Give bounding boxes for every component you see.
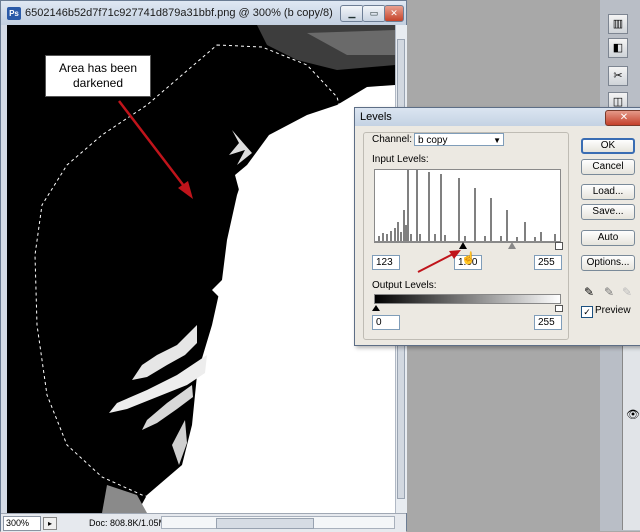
annotation-arrow	[417, 250, 461, 273]
gamma-slider[interactable]	[508, 242, 516, 249]
status-bar: 300% ▸ Doc: 808.8K/1.05M	[1, 513, 406, 532]
eye-icon[interactable]: 👁	[626, 408, 640, 421]
save-button[interactable]: Save...	[581, 204, 635, 220]
output-black-slider[interactable]	[372, 305, 380, 311]
input-slider-track	[374, 242, 561, 243]
output-gradient	[374, 294, 561, 304]
annotation-callout: Area has been darkened	[45, 55, 151, 97]
close-icon[interactable]: ✕	[605, 110, 640, 126]
output-levels-label: Output Levels:	[372, 280, 437, 291]
channel-select[interactable]: b copy ▼	[414, 133, 504, 146]
input-black-field[interactable]: 123	[372, 255, 400, 270]
zoom-field[interactable]: 300%	[3, 516, 41, 531]
options-button[interactable]: Options...	[581, 255, 635, 271]
tools-icon[interactable]: ✂	[608, 66, 628, 86]
callout-line2: darkened	[72, 76, 124, 90]
histogram	[374, 169, 561, 242]
levels-title: Levels	[360, 111, 392, 123]
channel-label: Channel:	[372, 134, 413, 145]
document-size-info: Doc: 808.8K/1.05M	[89, 518, 167, 528]
palette-tool-icon[interactable]: ▥	[608, 14, 628, 34]
channel-value: b copy	[418, 135, 448, 146]
input-levels-label: Input Levels:	[372, 154, 429, 165]
preview-label: Preview	[595, 305, 631, 316]
horizontal-scrollbar[interactable]	[161, 516, 395, 529]
horizontal-scroll-thumb[interactable]	[216, 518, 314, 529]
ok-button[interactable]: OK	[581, 138, 635, 154]
close-icon[interactable]: ✕	[384, 5, 404, 22]
histogram-graph	[378, 170, 556, 241]
levels-dialog: Levels ✕ Channel: b copy ▼ Input Levels:	[354, 107, 640, 346]
load-button[interactable]: Load...	[581, 184, 635, 200]
cursor-hand-icon: ☝	[461, 251, 476, 265]
status-menu-icon[interactable]: ▸	[43, 517, 57, 530]
preview-checkbox[interactable]: ✓	[581, 306, 593, 318]
black-eyedropper-icon[interactable]: ✎	[583, 284, 595, 300]
minimize-icon[interactable]: ▁	[340, 5, 364, 22]
input-white-field[interactable]: 255	[534, 255, 562, 270]
cancel-button[interactable]: Cancel	[581, 159, 635, 175]
gray-eyedropper-icon[interactable]: ✎	[603, 284, 615, 300]
palette-tool-icon[interactable]: ◧	[608, 38, 628, 58]
white-eyedropper-icon[interactable]: ✎	[621, 284, 633, 300]
layers-panel-edge	[622, 340, 640, 530]
canvas-image	[7, 25, 395, 513]
document-titlebar[interactable]: Ps 6502146b52d7f71c927741d879a31bbf.png …	[1, 1, 406, 25]
image-canvas[interactable]	[7, 25, 395, 513]
output-black-field[interactable]: 0	[372, 315, 400, 330]
maximize-icon[interactable]: ▭	[362, 5, 386, 22]
chevron-down-icon: ▼	[493, 136, 501, 145]
callout-line1: Area has been	[58, 61, 138, 75]
white-point-slider[interactable]	[555, 242, 563, 250]
photoshop-document-icon: Ps	[7, 7, 21, 20]
auto-button[interactable]: Auto	[581, 230, 635, 246]
levels-titlebar[interactable]: Levels ✕	[355, 108, 640, 126]
output-white-field[interactable]: 255	[534, 315, 562, 330]
output-white-slider[interactable]	[555, 305, 563, 312]
document-title: 6502146b52d7f71c927741d879a31bbf.png @ 3…	[25, 7, 333, 19]
